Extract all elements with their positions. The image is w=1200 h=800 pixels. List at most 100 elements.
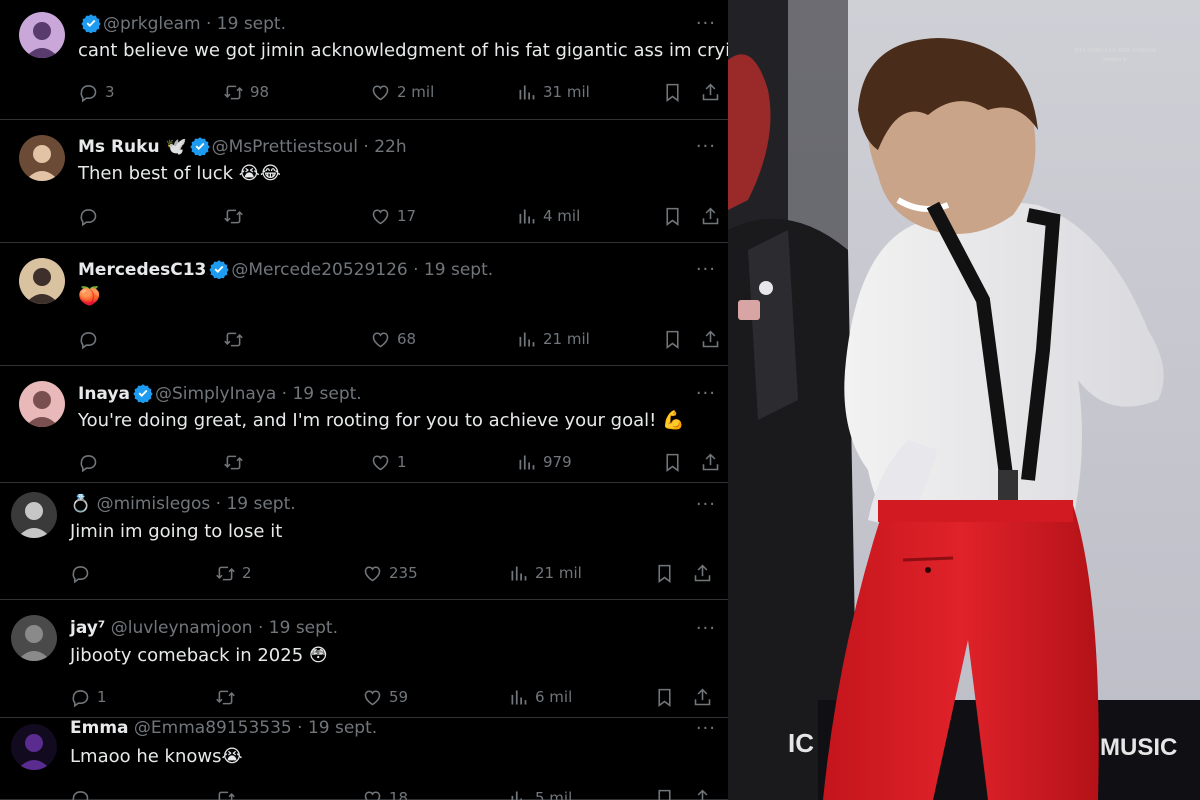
heart-icon [372,454,389,470]
views-icon [519,209,535,223]
tweet[interactable]: 💍 @mimislegos · 19 sept. ··· Jimin im go… [0,483,728,600]
more-options-button[interactable]: ··· [696,138,716,156]
tweet-date[interactable]: · 19 sept. [408,260,493,280]
like-button[interactable]: 17 [370,204,416,228]
user-handle[interactable]: @mimislegos [97,494,211,514]
like-button[interactable]: 1 [370,450,407,474]
reply-button[interactable] [70,561,97,585]
more-options-button[interactable]: ··· [696,720,716,738]
tweet-header: Emma @Emma89153535 · 19 sept. [70,718,377,738]
tweet-date[interactable]: · 19 sept. [253,618,338,638]
like-button[interactable]: 59 [362,685,408,709]
tweet[interactable]: MercedesC13 @Mercede20529126 · 19 sept. ·… [0,243,728,366]
heart-icon [372,84,389,100]
tweet-text: Jimin im going to lose it [70,521,283,542]
retweet-button[interactable] [223,327,250,351]
share-button[interactable] [692,685,713,709]
user-handle[interactable]: @Mercede20529126 [231,260,407,280]
tweet-actions: 2 235 21 mil [70,561,713,585]
reply-button[interactable]: 3 [78,80,115,104]
heart-icon [364,565,381,581]
likes-count: 18 [389,789,409,800]
share-button[interactable] [692,561,713,585]
avatar[interactable] [19,258,65,304]
tweet-date[interactable]: · 22h [358,137,406,157]
more-options-button[interactable]: ··· [696,496,716,514]
reply-icon [80,331,97,349]
avatar[interactable] [11,724,57,770]
share-button[interactable] [700,80,721,104]
avatar[interactable] [19,381,65,427]
avatar[interactable] [19,135,65,181]
reply-button[interactable] [70,786,97,800]
more-options-button[interactable]: ··· [696,261,716,279]
bookmark-button[interactable] [654,685,675,709]
views-button[interactable]: 979 [516,450,572,474]
heart-icon [364,689,381,705]
tweet-actions: 1 59 6 mil [70,685,713,709]
reply-button[interactable] [78,327,105,351]
retweet-button[interactable]: 2 [215,561,252,585]
photo-panel: IC MUSIC BTS JIMIN FAN SITE JAMJAM jamja… [728,0,1200,800]
reply-button[interactable] [78,450,105,474]
tweet[interactable]: Inaya @SimplyInaya · 19 sept. ··· You're … [0,366,728,483]
more-options-button[interactable]: ··· [696,15,716,33]
tweet-date[interactable]: · 19 sept. [210,494,296,514]
share-button[interactable] [700,450,721,474]
views-button[interactable]: 4 mil [516,204,580,228]
views-button[interactable]: 21 mil [516,327,590,351]
bookmark-button[interactable] [662,450,683,474]
tweet[interactable]: @prkgleam · 19 sept. ··· cant believe we… [0,0,728,120]
like-button[interactable]: 18 [362,786,408,800]
tweet-header: Inaya @SimplyInaya · 19 sept. [78,383,362,404]
bookmark-button[interactable] [654,786,675,800]
retweet-button[interactable] [223,450,250,474]
display-name[interactable]: jay⁷ [70,618,105,638]
tweet-date[interactable]: · 19 sept. [276,384,362,404]
retweet-button[interactable] [215,685,242,709]
bookmark-button[interactable] [654,561,675,585]
more-options-button[interactable]: ··· [696,385,716,403]
display-name[interactable]: Ms Ruku 🕊️ [78,137,187,157]
views-button[interactable]: 5 mil [508,786,572,800]
retweet-button[interactable]: 98 [223,80,269,104]
bookmark-button[interactable] [662,204,683,228]
like-button[interactable]: 235 [362,561,418,585]
tweet[interactable]: Emma @Emma89153535 · 19 sept. ··· Lmaoo … [0,718,728,800]
views-button[interactable]: 6 mil [508,685,572,709]
likes-count: 59 [389,688,409,706]
display-name[interactable]: Inaya [78,384,130,404]
share-button[interactable] [692,786,713,800]
share-button[interactable] [700,204,721,228]
avatar[interactable] [19,12,65,58]
reply-button[interactable] [78,204,105,228]
user-handle[interactable]: @Emma89153535 [134,718,292,738]
tweet[interactable]: Ms Ruku 🕊️ @MsPrettiestsoul · 22h ··· The… [0,120,728,243]
views-button[interactable]: 31 mil [516,80,590,104]
avatar[interactable] [11,615,57,661]
avatar[interactable] [11,492,57,538]
tweet-date[interactable]: · 19 sept. [201,14,286,34]
tweet[interactable]: jay⁷ @luvleynamjoon · 19 sept. ··· Jiboo… [0,600,728,718]
display-name[interactable]: 💍 [70,494,91,514]
more-options-button[interactable]: ··· [696,620,716,638]
retweet-button[interactable] [215,786,242,800]
tweet-actions: 17 4 mil [78,204,721,228]
user-handle[interactable]: @luvleynamjoon [111,618,253,638]
user-handle[interactable]: @MsPrettiestsoul [212,137,358,157]
bookmark-icon [658,789,671,800]
like-button[interactable]: 2 mil [370,80,434,104]
share-button[interactable] [700,327,721,351]
display-name[interactable]: MercedesC13 [78,260,206,280]
tweet-date[interactable]: · 19 sept. [292,718,377,738]
user-handle[interactable]: @prkgleam [103,14,201,34]
views-icon [519,85,535,99]
reply-button[interactable]: 1 [70,685,107,709]
display-name[interactable]: Emma [70,718,129,738]
retweet-button[interactable] [223,204,250,228]
views-button[interactable]: 21 mil [508,561,582,585]
user-handle[interactable]: @SimplyInaya [155,384,276,404]
bookmark-button[interactable] [662,80,683,104]
bookmark-button[interactable] [662,327,683,351]
like-button[interactable]: 68 [370,327,416,351]
